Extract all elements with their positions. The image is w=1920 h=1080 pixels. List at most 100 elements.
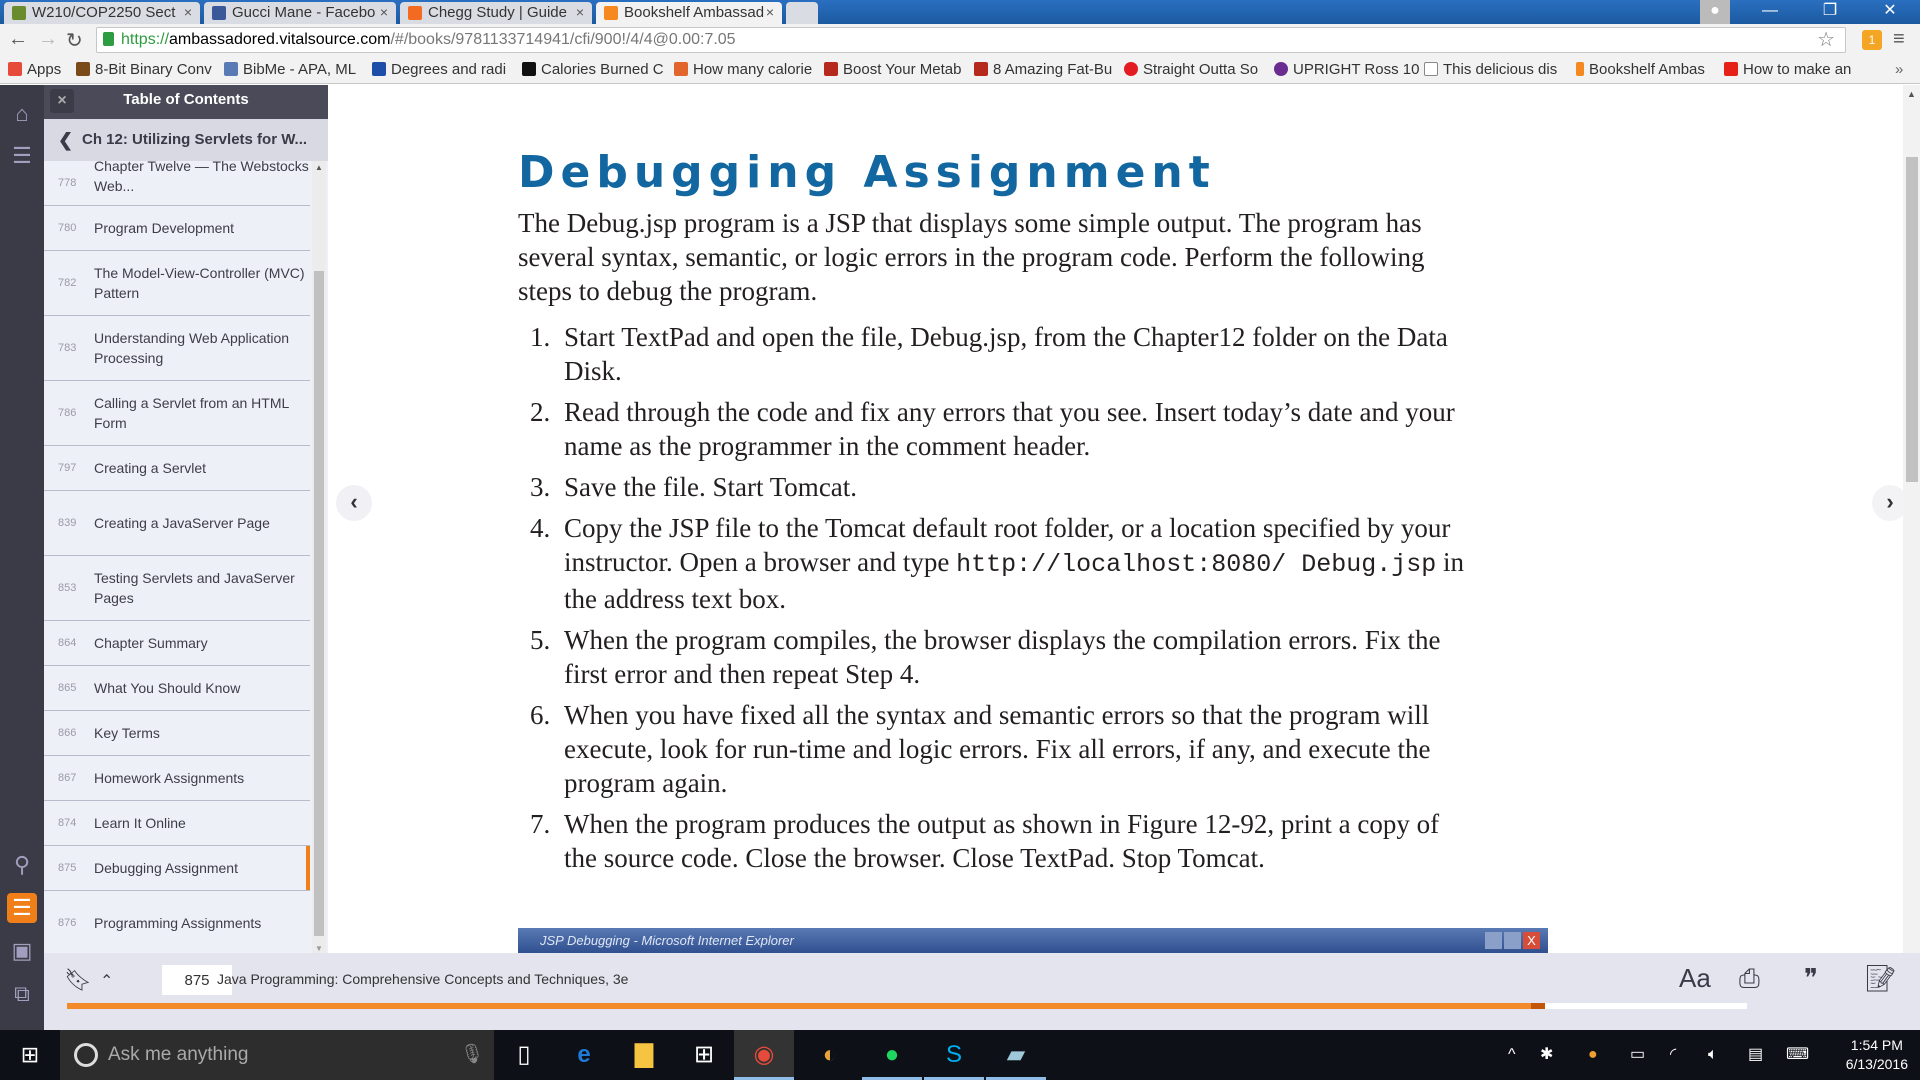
next-page-button[interactable]: › — [1872, 485, 1903, 521]
home-icon[interactable]: ⌂ — [7, 99, 37, 129]
wifi-icon[interactable]: ◜ — [1670, 1030, 1676, 1080]
close-tab-icon[interactable]: × — [766, 4, 774, 20]
facebook-icon — [212, 6, 226, 20]
bookmark-item[interactable]: Bookshelf Ambas — [1576, 61, 1705, 78]
toc-item[interactable]: 778 Chapter Twelve — The Webstocks Web... — [44, 161, 310, 206]
bookmarks-overflow-button[interactable]: » — [1895, 61, 1903, 78]
toc-item[interactable]: 782 The Model-View-Controller (MVC) Patte… — [44, 251, 310, 316]
scroll-down-icon[interactable]: ▼ — [315, 944, 323, 953]
bookmark-item[interactable]: How to make an — [1724, 61, 1851, 78]
toc-item[interactable]: 783 Understanding Web Application Process… — [44, 316, 310, 381]
bookmark-item[interactable]: This delicious dis — [1424, 61, 1557, 78]
bookmark-item[interactable]: Boost Your Metab — [824, 61, 961, 78]
close-toc-button[interactable]: × — [50, 89, 74, 113]
url-input[interactable]: https://ambassadored.vitalsource.com/#/b… — [96, 27, 1846, 53]
task-view-icon[interactable]: ▯ — [494, 1030, 554, 1080]
toc-item[interactable]: 786 Calling a Servlet from an HTML Form — [44, 381, 310, 446]
bookmark-icon[interactable]: 🔖︎ — [64, 967, 92, 993]
toc-item-page: 782 — [58, 277, 77, 289]
bookmark-star-icon[interactable]: ☆ — [1817, 28, 1835, 52]
back-button[interactable]: ← — [8, 28, 28, 51]
reading-progress-handle[interactable] — [1531, 1003, 1546, 1009]
toc-item[interactable]: 853 Testing Servlets and JavaServer Pages — [44, 556, 310, 621]
chrome-icon[interactable]: ◉ — [734, 1030, 794, 1080]
toc-scroll-thumb[interactable] — [314, 271, 324, 936]
toc-item[interactable]: 839 Creating a JavaServer Page — [44, 491, 310, 556]
bookmark-apps[interactable]: Apps — [8, 61, 61, 78]
system-clock[interactable]: 1:54 PM 6/13/2016 — [1846, 1036, 1908, 1074]
forward-button[interactable]: → — [38, 28, 58, 51]
bookmark-item[interactable]: Degrees and radi — [372, 61, 506, 78]
notepad-icon[interactable]: ▰ — [986, 1030, 1046, 1080]
spotify-icon[interactable]: ● — [862, 1030, 922, 1080]
page-scroll-thumb[interactable] — [1906, 157, 1918, 482]
toc-item[interactable]: 876 Programming Assignments — [44, 891, 310, 955]
bookmark-item[interactable]: How many calorie — [674, 61, 812, 78]
table-of-contents-icon[interactable]: ☰ — [7, 893, 37, 923]
toc-item-page: 853 — [58, 582, 77, 594]
keyboard-icon[interactable]: ⌨ — [1786, 1030, 1809, 1080]
print-icon[interactable]: ⎙ — [1739, 963, 1760, 995]
chevron-left-icon: ❮ — [58, 130, 74, 150]
menu-icon[interactable]: ☰ — [7, 141, 37, 171]
scroll-up-icon[interactable]: ▲ — [1907, 89, 1916, 99]
font-settings-button[interactable]: Aa — [1679, 963, 1711, 994]
toc-item[interactable]: 875 Debugging Assignment — [44, 846, 310, 891]
minimize-button[interactable]: — — [1745, 0, 1795, 24]
action-center-icon[interactable]: ▤ — [1748, 1030, 1763, 1080]
profile-icon[interactable]: ● — [1700, 0, 1730, 24]
bookmark-item[interactable]: Straight Outta So — [1124, 61, 1258, 78]
bookmark-item[interactable]: Calories Burned C — [522, 61, 664, 78]
close-tab-icon[interactable]: × — [576, 4, 584, 20]
flashcards-icon[interactable]: ▣ — [7, 936, 37, 966]
close-window-button[interactable]: ✕ — [1865, 0, 1915, 24]
toc-item[interactable]: 866 Key Terms — [44, 711, 310, 756]
notes-icon[interactable]: 📝︎ — [1864, 963, 1897, 994]
reload-button[interactable]: ↻ — [66, 28, 83, 53]
dropbox-icon[interactable]: ✱ — [1540, 1030, 1553, 1080]
toc-item[interactable]: 867 Homework Assignments — [44, 756, 310, 801]
reading-progress-bar[interactable] — [67, 1003, 1747, 1009]
tab-w210[interactable]: W210/COP2250 Sect × — [4, 2, 200, 24]
close-tab-icon[interactable]: × — [184, 4, 192, 20]
chapter-back-button[interactable]: ❮ Ch 12: Utilizing Servlets for W... — [44, 119, 328, 161]
extension-icon[interactable]: 1 — [1862, 30, 1882, 50]
bookmark-item[interactable]: 8-Bit Binary Conv — [76, 61, 212, 78]
bookmark-item[interactable]: 8 Amazing Fat-Bu — [974, 61, 1112, 78]
toc-scrollbar[interactable]: ▲ ▼ — [312, 161, 326, 955]
new-tab-button[interactable] — [786, 2, 818, 24]
citation-icon[interactable]: ❞ — [1804, 963, 1818, 994]
file-explorer-icon[interactable]: ▇ — [614, 1030, 674, 1080]
cortana-search-box[interactable]: Ask me anything 🎙︎ — [60, 1030, 494, 1080]
close-tab-icon[interactable]: × — [380, 4, 388, 20]
previous-page-button[interactable]: ‹ — [336, 485, 372, 521]
search-icon[interactable]: ⚲ — [7, 850, 37, 880]
toc-item[interactable]: 874 Learn It Online — [44, 801, 310, 846]
microphone-icon[interactable]: 🎙︎ — [460, 1030, 484, 1080]
show-hidden-icons[interactable]: ^ — [1508, 1030, 1516, 1080]
notebook-icon[interactable]: ⧉ — [7, 979, 37, 1009]
toc-item[interactable]: 797 Creating a Servlet — [44, 446, 310, 491]
tab-chegg[interactable]: Chegg Study | Guide × — [400, 2, 592, 24]
scroll-up-icon[interactable]: ▲ — [315, 163, 323, 172]
restore-button[interactable]: ❐ — [1805, 0, 1855, 24]
picasa-icon[interactable]: ◐ — [800, 1030, 860, 1080]
figure-screenshot-titlebar: JSP Debugging - Microsoft Internet Explo… — [518, 928, 1548, 953]
tray-app-icon[interactable]: ● — [1588, 1030, 1598, 1080]
bookmark-item[interactable]: BibMe - APA, ML — [224, 61, 356, 78]
store-icon[interactable]: ⊞ — [674, 1030, 734, 1080]
chrome-menu-icon[interactable]: ≡ — [1893, 28, 1905, 51]
tab-bookshelf[interactable]: Bookshelf Ambassad × — [596, 2, 782, 24]
page-scrollbar[interactable]: ▲ — [1903, 85, 1920, 953]
windows-start-button[interactable]: ⊞ — [0, 1030, 60, 1080]
tab-facebook[interactable]: Gucci Mane - Facebo × — [204, 2, 396, 24]
battery-icon[interactable]: ▭ — [1630, 1030, 1645, 1080]
bookmark-item[interactable]: UPRIGHT Ross 10 — [1274, 61, 1419, 78]
volume-icon[interactable]: 🔈︎ — [1708, 1030, 1718, 1080]
toc-item[interactable]: 780 Program Development — [44, 206, 310, 251]
toc-item[interactable]: 864 Chapter Summary — [44, 621, 310, 666]
edge-icon[interactable]: e — [554, 1030, 614, 1080]
toc-item[interactable]: 865 What You Should Know — [44, 666, 310, 711]
chevron-up-icon[interactable]: ⌃ — [100, 971, 113, 991]
skype-icon[interactable]: S — [924, 1030, 984, 1080]
